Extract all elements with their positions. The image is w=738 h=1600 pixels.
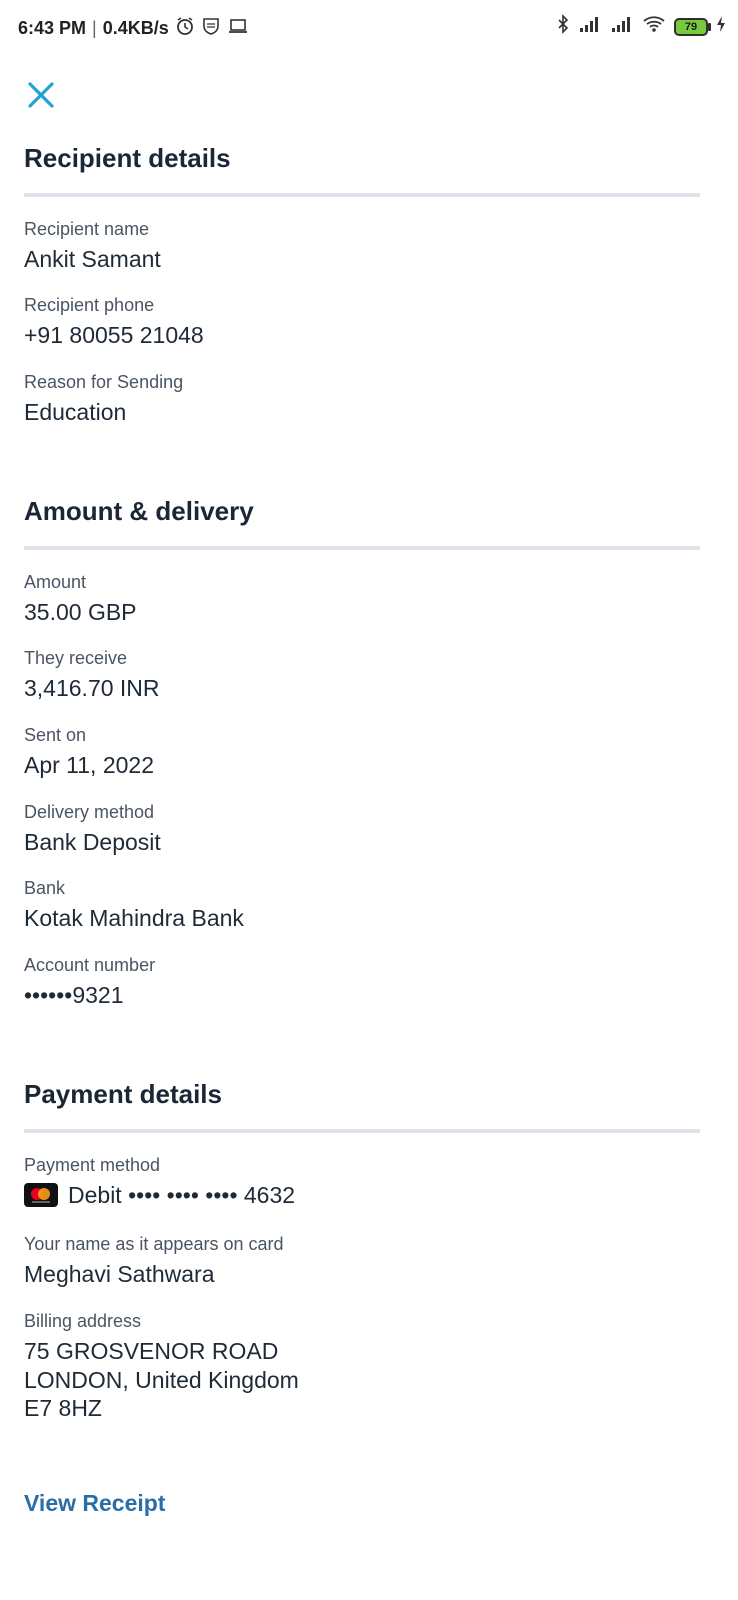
- signal-icon: [610, 15, 634, 38]
- delivery-method-label: Delivery method: [24, 802, 155, 822]
- view-receipt-link[interactable]: View Receipt: [24, 1490, 165, 1517]
- alarm-icon: [175, 16, 195, 41]
- delivery-method-value: Bank Deposit: [24, 829, 161, 855]
- payment-divider: [24, 1129, 700, 1133]
- bank-label: Bank: [24, 878, 66, 898]
- status-network-speed: 0.4KB/s: [102, 18, 169, 38]
- signal-icon: [578, 15, 602, 38]
- battery-level: 79: [684, 20, 698, 33]
- bluetooth-icon: [556, 14, 570, 39]
- close-button[interactable]: [24, 78, 60, 114]
- laptop-icon: [227, 16, 249, 41]
- billing-address-line1: 75 GROSVENOR ROAD: [24, 1338, 279, 1364]
- amount-value: 35.00 GBP: [24, 599, 137, 625]
- card-name-label: Your name as it appears on card: [24, 1234, 284, 1254]
- payment-method-label: Payment method: [24, 1155, 161, 1175]
- recipient-name-value: Ankit Samant: [24, 246, 161, 272]
- wifi-icon: [642, 15, 666, 38]
- recipient-divider: [24, 193, 700, 197]
- reason-value: Education: [24, 399, 127, 425]
- status-separator: |: [92, 18, 97, 38]
- mastercard-icon: [24, 1183, 58, 1207]
- card-name-value: Meghavi Sathwara: [24, 1261, 215, 1287]
- recipient-name-label: Recipient name: [24, 219, 150, 239]
- billing-address-line2: LONDON, United Kingdom: [24, 1367, 299, 1393]
- payment-details-title: Payment details: [24, 1079, 222, 1109]
- sent-on-label: Sent on: [24, 725, 87, 745]
- charging-icon: [716, 15, 726, 38]
- battery-icon: 79: [674, 17, 711, 36]
- recipient-phone-value: +91 80055 21048: [24, 322, 204, 348]
- amount-delivery-title: Amount & delivery: [24, 496, 254, 526]
- amount-divider: [24, 546, 700, 550]
- billing-address-label: Billing address: [24, 1311, 142, 1331]
- reason-label: Reason for Sending: [24, 372, 184, 392]
- status-bar-left: 6:43 PM | 0.4KB/s: [18, 16, 249, 41]
- recipient-details-title: Recipient details: [24, 143, 231, 173]
- they-receive-value: 3,416.70 INR: [24, 675, 160, 701]
- status-bar-right: 79: [556, 14, 726, 39]
- payment-method-row: Debit •••• •••• •••• 4632: [24, 1181, 295, 1209]
- recipient-phone-label: Recipient phone: [24, 295, 155, 315]
- close-icon: [24, 82, 58, 116]
- bank-value: Kotak Mahindra Bank: [24, 905, 244, 931]
- amount-label: Amount: [24, 572, 87, 592]
- account-number-label: Account number: [24, 955, 156, 975]
- shield-icon: [201, 16, 221, 41]
- status-bar: 6:43 PM | 0.4KB/s 79: [0, 0, 738, 56]
- status-time: 6:43 PM: [18, 18, 87, 38]
- billing-address-line3: E7 8HZ: [24, 1395, 102, 1421]
- account-number-value: ••••••9321: [24, 982, 124, 1008]
- payment-method-value: Debit •••• •••• •••• 4632: [68, 1182, 296, 1208]
- sent-on-value: Apr 11, 2022: [24, 752, 155, 778]
- they-receive-label: They receive: [24, 648, 128, 668]
